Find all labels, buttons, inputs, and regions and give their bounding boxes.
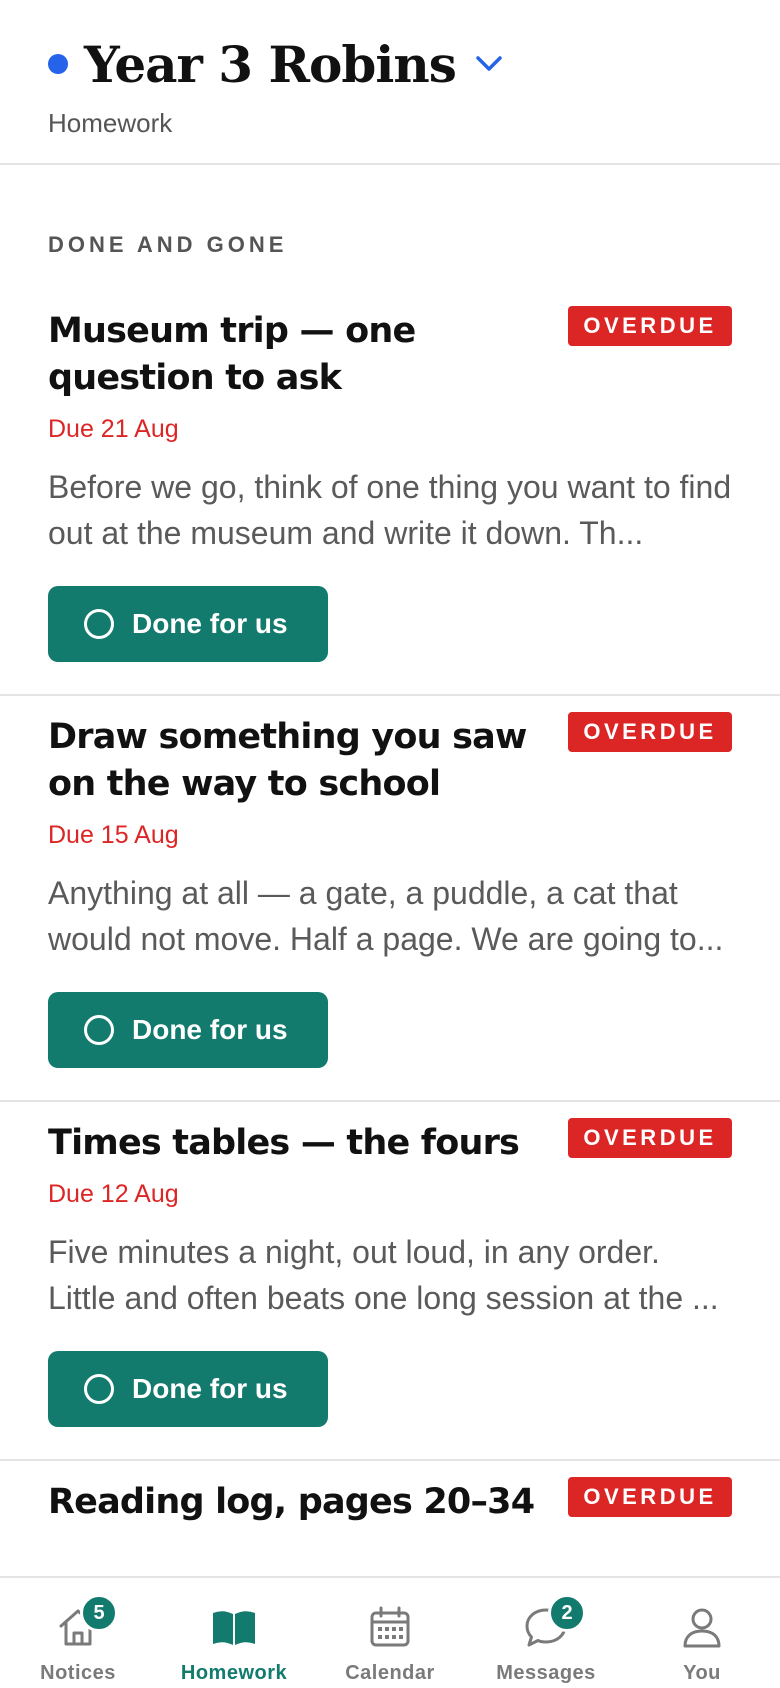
due-date: Due 21 Aug [48,415,179,443]
chevron-down-icon[interactable] [474,49,504,79]
tab-label: Homework [180,1662,288,1684]
messages-count-badge: 2 [548,1594,586,1632]
circle-icon [84,1374,114,1404]
due-date: Due 12 Aug [48,1180,179,1208]
person-icon [675,1600,729,1654]
overdue-badge: OVERDUE [568,1477,732,1517]
tab-label: You [683,1662,721,1684]
class-name: Year 3 Robins [84,34,457,94]
assignment-card[interactable]: Reading log, pages 20–34 OVERDUE [0,1461,780,1558]
circle-icon [84,1015,114,1045]
section-label: DONE AND GONE [48,232,288,257]
circle-icon [84,609,114,639]
assignment-description: Anything at all — a gate, a puddle, a ca… [48,875,724,957]
overdue-badge: OVERDUE [568,712,732,752]
assignment-list: Museum trip — one question to ask OVERDU… [0,290,780,1558]
assignment-description: Five minutes a night, out loud, in any o… [48,1234,719,1316]
assignment-card[interactable]: Draw something you saw on the way to sch… [0,696,780,1102]
button-label: Done for us [132,1373,288,1404]
assignment-description: Before we go, think of one thing you wan… [48,469,732,551]
book-icon [207,1600,261,1654]
assignment-title: Draw something you saw on the way to sch… [48,717,527,804]
assignment-title: Museum trip — one question to ask [48,311,416,398]
class-switcher[interactable]: Year 3 Robins [48,34,504,94]
tab-calendar[interactable]: Calendar [312,1578,468,1688]
assignment-title: Times tables — the fours [48,1123,520,1163]
notices-count-badge: 5 [80,1594,118,1632]
tab-label: Calendar [345,1662,435,1684]
done-for-us-button[interactable]: Done for us [48,586,328,662]
assignment-card[interactable]: Times tables — the fours OVERDUE Due 12 … [0,1102,780,1461]
button-label: Done for us [132,1014,288,1045]
tab-notices[interactable]: 5 Notices [0,1578,156,1688]
button-label: Done for us [132,608,288,639]
done-for-us-button[interactable]: Done for us [48,1351,328,1427]
tab-label: Messages [496,1662,596,1684]
app-header: Year 3 Robins Homework [0,0,780,165]
tab-homework[interactable]: Homework [156,1578,312,1688]
tab-label: Notices [40,1662,116,1684]
status-dot [48,54,68,74]
calendar-icon [363,1600,417,1654]
due-date: Due 15 Aug [48,821,179,849]
bottom-tab-bar: 5 Notices Homework Calendar 2 Messages Y… [0,1576,780,1688]
assignment-title: Reading log, pages 20–34 [48,1482,535,1522]
assignment-card[interactable]: Museum trip — one question to ask OVERDU… [0,290,780,696]
tab-messages[interactable]: 2 Messages [468,1578,624,1688]
overdue-badge: OVERDUE [568,1118,732,1158]
page-subtitle: Homework [48,108,173,138]
tab-you[interactable]: You [624,1578,780,1688]
done-for-us-button[interactable]: Done for us [48,992,328,1068]
overdue-badge: OVERDUE [568,306,732,346]
